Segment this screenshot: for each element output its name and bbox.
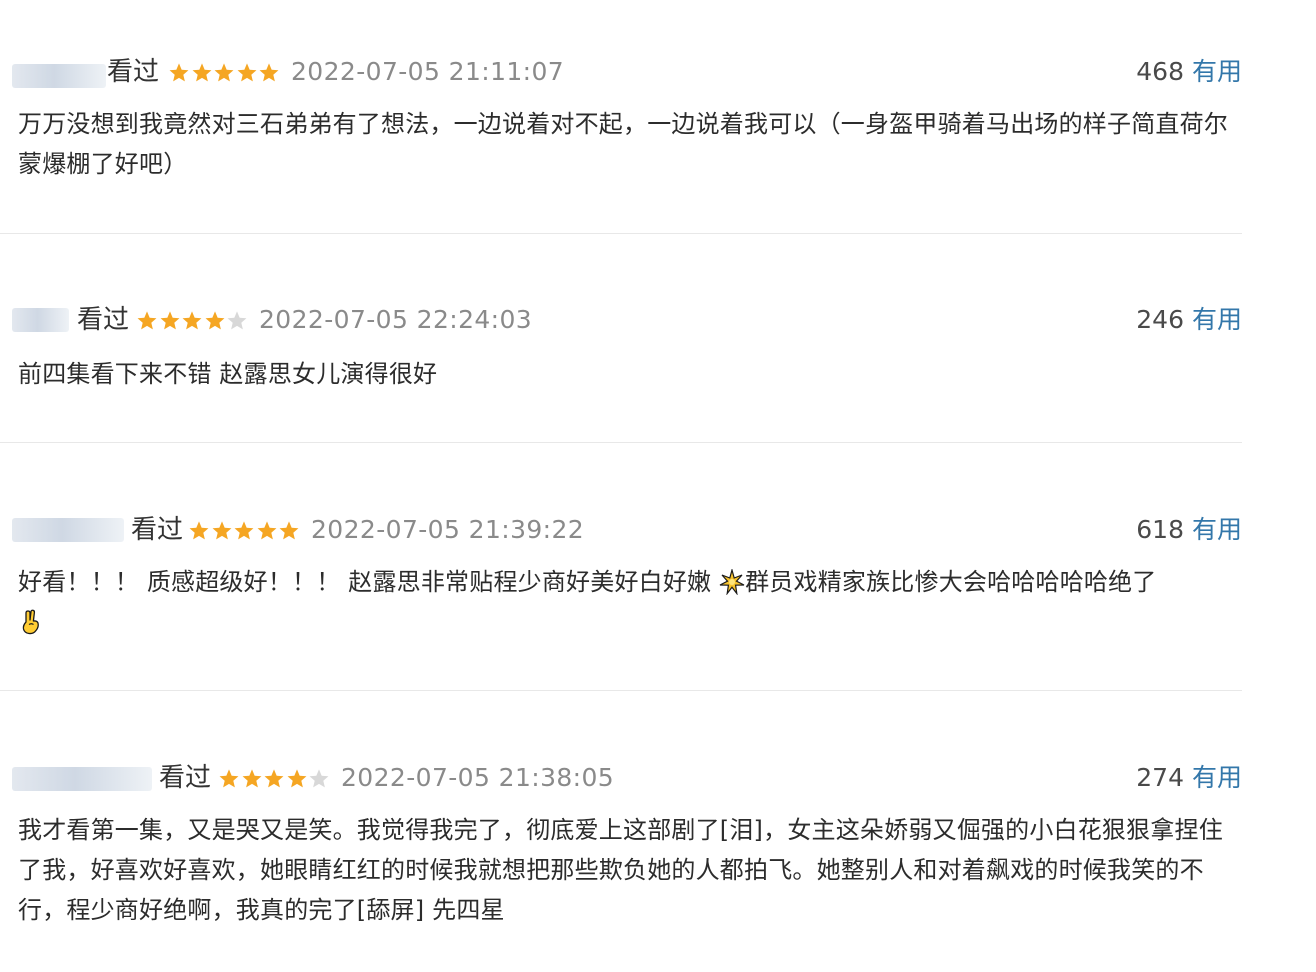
review-meta: 看过 2022-07-05 21:39:22 618 有用 [0, 510, 1242, 550]
useful-button[interactable]: 有用 [1192, 305, 1242, 334]
star-empty-icon [227, 311, 247, 330]
username-blurred[interactable] [12, 518, 124, 542]
review-text-part: 好看！！！ 质感超级好！！！ 赵露思非常贴程少商好美好白好嫩 [18, 568, 712, 596]
review-item: 看过 2022-07-05 21:39:22 618 有用 好看！！！ 质感超级好… [0, 442, 1242, 691]
hand-gesture-emoji-icon [22, 609, 39, 635]
star-filled-icon [242, 769, 261, 788]
useful-button[interactable]: 有用 [1192, 57, 1242, 86]
star-filled-icon [205, 311, 224, 330]
star-filled-icon [237, 63, 256, 82]
star-empty-icon [309, 769, 329, 788]
useful-votes: 246 有用 [1136, 300, 1242, 340]
useful-button[interactable]: 有用 [1192, 515, 1242, 544]
vote-count: 618 [1136, 515, 1184, 544]
useful-votes: 274 有用 [1136, 758, 1242, 798]
star-rating [188, 520, 301, 542]
star-filled-icon [212, 521, 231, 540]
star-filled-icon [137, 311, 157, 330]
username-blurred[interactable] [12, 767, 152, 791]
vote-count: 274 [1136, 763, 1184, 792]
vote-count: 246 [1136, 305, 1184, 334]
review-content: 前四集看下来不错 赵露思女儿演得很好 [18, 360, 438, 388]
sparkle-emoji-icon [719, 569, 745, 595]
star-filled-icon [279, 521, 299, 540]
star-filled-icon [192, 63, 211, 82]
watch-status: 看过 [107, 57, 160, 87]
star-rating [218, 768, 331, 790]
star-filled-icon [219, 769, 239, 788]
review-time: 2022-07-05 21:11:07 [291, 57, 565, 86]
star-filled-icon [160, 311, 179, 330]
review-text-part: 群员戏精家族比惨大会哈哈哈哈哈绝了 [745, 568, 1157, 596]
vote-count: 468 [1136, 57, 1184, 86]
watch-status: 看过 [131, 515, 184, 545]
review-time: 2022-07-05 22:24:03 [259, 305, 533, 334]
useful-button[interactable]: 有用 [1192, 763, 1242, 792]
review-time: 2022-07-05 21:38:05 [341, 763, 615, 792]
review-item: 看过 2022-07-05 22:24:03 246 有用 前四集看下来不错 赵露… [0, 233, 1242, 443]
username-blurred[interactable] [12, 308, 69, 332]
star-filled-icon [264, 769, 284, 788]
star-filled-icon [189, 521, 209, 540]
review-item: 看过 2022-07-05 21:38:05 274 有用 我才看第一集，又是哭又… [0, 690, 1242, 972]
star-filled-icon [257, 521, 276, 540]
username-blurred[interactable] [12, 64, 106, 88]
review-content: 万万没想到我竟然对三石弟弟有了想法，一边说着对不起，一边说着我可以（一身盔甲骑着… [18, 110, 1228, 178]
star-filled-icon [214, 63, 234, 82]
useful-votes: 618 有用 [1136, 510, 1242, 550]
review-item: 看过 2022-07-05 21:11:07 468 有用 万万没想到我竟然对三石… [0, 0, 1242, 234]
star-rating [168, 62, 281, 84]
review-meta: 看过 2022-07-05 21:11:07 468 有用 [0, 52, 1242, 92]
star-filled-icon [287, 769, 306, 788]
star-rating [136, 310, 249, 332]
review-meta: 看过 2022-07-05 21:38:05 274 有用 [0, 758, 1242, 798]
star-filled-icon [259, 63, 279, 82]
useful-votes: 468 有用 [1136, 52, 1242, 92]
star-filled-icon [169, 63, 189, 82]
watch-status: 看过 [159, 763, 212, 793]
review-time: 2022-07-05 21:39:22 [311, 515, 585, 544]
watch-status: 看过 [77, 305, 130, 335]
star-filled-icon [234, 521, 254, 540]
review-meta: 看过 2022-07-05 22:24:03 246 有用 [0, 300, 1242, 340]
star-filled-icon [182, 311, 202, 330]
review-content: 我才看第一集，又是哭又是笑。我觉得我完了，彻底爱上这部剧了[泪]，女主这朵娇弱又… [18, 816, 1223, 924]
review-content: 好看！！！ 质感超级好！！！ 赵露思非常贴程少商好美好白好嫩 群员戏精家族比惨大… [18, 562, 1243, 642]
